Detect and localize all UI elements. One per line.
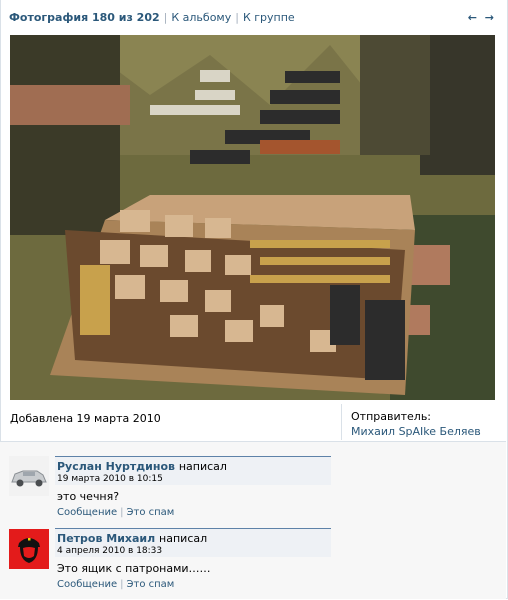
separator: | bbox=[120, 507, 124, 518]
comment-actions: Сообщение | Это спам bbox=[57, 579, 174, 590]
comment-date: 19 марта 2010 в 10:15 bbox=[57, 474, 163, 484]
photo-meta: Добавлена 19 марта 2010 Отправитель: Мих… bbox=[0, 404, 506, 440]
added-date: Добавлена 19 марта 2010 bbox=[10, 412, 161, 425]
message-link[interactable]: Сообщение bbox=[57, 507, 117, 518]
photo-header: Фотография 180 из 202 | К альбому | К группе… bbox=[9, 11, 496, 25]
message-link[interactable]: Сообщение bbox=[57, 579, 117, 590]
comment-author-link[interactable]: Петров Михаил bbox=[57, 532, 155, 545]
sender-label: Отправитель: bbox=[351, 410, 432, 423]
group-link[interactable]: К группе bbox=[243, 11, 295, 24]
avatar[interactable] bbox=[9, 456, 49, 496]
comment-item: Руслан Нуртдинов написал 19 марта 2010 в… bbox=[0, 456, 506, 526]
main-photo[interactable] bbox=[10, 35, 495, 400]
sender-name-link[interactable]: Михаил SpAIke Беляев bbox=[351, 425, 481, 438]
comment-verb: написал bbox=[159, 532, 208, 545]
comments-section: Руслан Нуртдинов написал 19 марта 2010 в… bbox=[0, 441, 506, 599]
avatar[interactable] bbox=[9, 529, 49, 569]
portrait-avatar-icon bbox=[9, 529, 49, 569]
comment-author-link[interactable]: Руслан Нуртдинов bbox=[57, 460, 175, 473]
car-avatar-icon bbox=[9, 456, 49, 496]
separator: | bbox=[163, 11, 168, 24]
comment-header: Петров Михаил написал 4 апреля 2010 в 18… bbox=[55, 528, 331, 557]
photo-counter-title: Фотография 180 из 202 bbox=[9, 11, 160, 24]
comment-item: Петров Михаил написал 4 апреля 2010 в 18… bbox=[0, 528, 506, 598]
comment-author-line: Петров Михаил написал bbox=[57, 532, 207, 545]
separator: | bbox=[120, 579, 124, 590]
comment-actions: Сообщение | Это спам bbox=[57, 507, 174, 518]
comment-text: это чечня? bbox=[57, 490, 120, 503]
comment-author-line: Руслан Нуртдинов написал bbox=[57, 460, 227, 473]
comment-verb: написал bbox=[178, 460, 227, 473]
photo-image bbox=[10, 35, 495, 400]
comment-date: 4 апреля 2010 в 18:33 bbox=[57, 546, 163, 556]
sender-box: Отправитель: Михаил SpAIke Беляев bbox=[341, 404, 481, 440]
comment-text: Это ящик с патронами…… bbox=[57, 562, 211, 575]
comment-header: Руслан Нуртдинов написал 19 марта 2010 в… bbox=[55, 456, 331, 485]
album-link[interactable]: К альбому bbox=[171, 11, 231, 24]
spam-link[interactable]: Это спам bbox=[127, 507, 175, 518]
separator: | bbox=[235, 11, 239, 24]
photo-nav-arrows[interactable]: ← → bbox=[468, 11, 496, 24]
spam-link[interactable]: Это спам bbox=[127, 579, 175, 590]
